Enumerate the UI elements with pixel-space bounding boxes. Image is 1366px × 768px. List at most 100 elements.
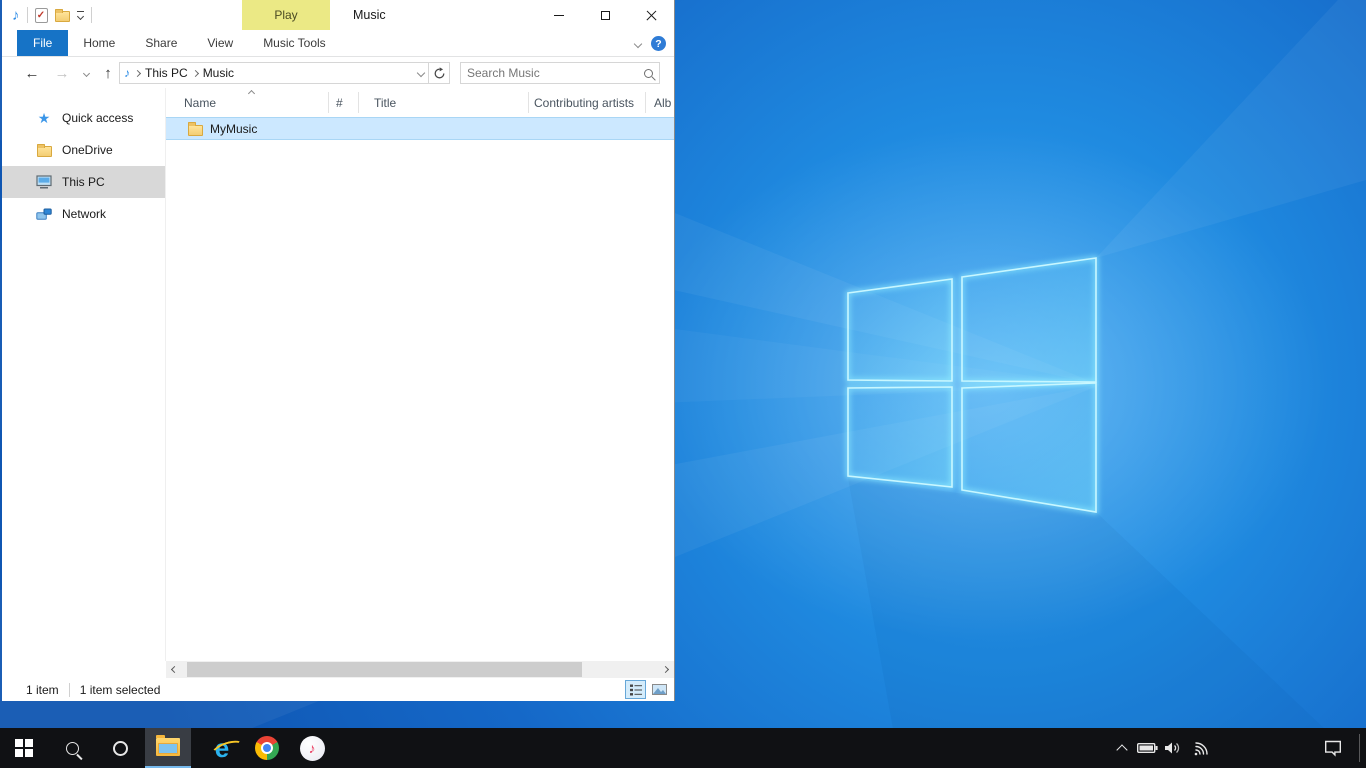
show-desktop-button[interactable] (1359, 734, 1360, 762)
onedrive-folder-icon (36, 143, 52, 157)
window-title: Music (353, 0, 386, 30)
taskbar-search-button[interactable] (48, 728, 96, 768)
recent-locations-icon[interactable] (78, 58, 94, 88)
horizontal-scrollbar[interactable] (166, 661, 674, 678)
breadcrumb-music[interactable]: Music (203, 66, 234, 80)
column-divider[interactable] (528, 92, 529, 113)
properties-icon[interactable]: ✓ (35, 8, 48, 23)
selection-count: 1 item selected (80, 683, 161, 697)
scroll-right-button[interactable] (657, 661, 674, 678)
address-dropdown-icon[interactable] (417, 69, 425, 77)
expand-ribbon-icon[interactable] (634, 39, 642, 47)
sidebar-item-onedrive[interactable]: OneDrive (2, 134, 165, 166)
title-bar[interactable]: ♪ ✓ Play Music (2, 0, 674, 30)
file-row-mymusic[interactable]: MyMusic (166, 117, 674, 140)
help-button[interactable]: ? (651, 36, 666, 51)
tab-home[interactable]: Home (68, 30, 130, 56)
file-list-area: Name # Title Contributing artists Alb My… (166, 88, 674, 661)
chrome-icon (255, 736, 279, 760)
show-hidden-icons-button[interactable] (1110, 728, 1134, 768)
sidebar-item-quick-access[interactable]: ★ Quick access (2, 102, 165, 134)
column-header-number[interactable]: # (336, 88, 343, 117)
maximize-button[interactable] (582, 0, 628, 30)
new-folder-icon[interactable] (55, 11, 70, 22)
speaker-icon (1164, 741, 1182, 755)
start-button[interactable] (0, 728, 48, 768)
volume-indicator[interactable] (1160, 728, 1186, 768)
search-input[interactable] (467, 66, 644, 80)
column-header-album[interactable]: Alb (654, 88, 671, 117)
file-name: MyMusic (210, 122, 257, 136)
sidebar-item-network[interactable]: Network (2, 198, 165, 230)
action-center-button[interactable] (1318, 728, 1348, 768)
close-button[interactable] (628, 0, 674, 30)
forward-button[interactable]: → (50, 58, 74, 88)
navigation-toolbar: ← → ↑ ♪ This PC Music (2, 58, 674, 88)
sidebar-item-label: This PC (62, 175, 105, 189)
wifi-icon (1193, 741, 1209, 756)
large-icons-view-button[interactable] (649, 680, 670, 699)
column-headers: Name # Title Contributing artists Alb (166, 88, 674, 117)
battery-indicator[interactable] (1134, 728, 1160, 768)
internet-explorer-icon: e (215, 735, 229, 761)
separator (91, 7, 92, 23)
column-header-title[interactable]: Title (374, 88, 396, 117)
tab-file[interactable]: File (17, 30, 68, 56)
scroll-left-button[interactable] (166, 661, 183, 678)
network-icon (36, 208, 52, 221)
quick-access-star-icon: ★ (36, 111, 52, 125)
battery-icon (1137, 742, 1158, 754)
taskbar: e ♪ (0, 728, 1366, 768)
column-divider[interactable] (358, 92, 359, 113)
back-button[interactable]: ← (20, 58, 44, 88)
maximize-icon (601, 11, 610, 20)
network-indicator[interactable] (1188, 728, 1214, 768)
contextual-tab-play[interactable]: Play (242, 0, 330, 30)
sort-ascending-icon (248, 90, 255, 97)
status-bar: 1 item 1 item selected (2, 678, 674, 701)
details-view-button[interactable] (625, 680, 646, 699)
column-divider[interactable] (645, 92, 646, 113)
search-icon (66, 742, 79, 755)
address-bar[interactable]: ♪ This PC Music (119, 62, 429, 84)
tab-view[interactable]: View (192, 30, 248, 56)
separator (27, 7, 28, 23)
monitor-icon (36, 175, 52, 189)
separator (69, 683, 70, 697)
breadcrumb-chevron-icon[interactable] (134, 70, 141, 77)
column-header-contributing-artists[interactable]: Contributing artists (534, 88, 634, 117)
address-music-note-icon: ♪ (124, 67, 130, 79)
taskbar-itunes-button[interactable]: ♪ (288, 728, 336, 768)
cortana-icon (113, 741, 128, 756)
minimize-button[interactable] (536, 0, 582, 30)
sidebar-item-label: Network (62, 207, 106, 221)
refresh-icon (433, 67, 446, 80)
taskbar-file-explorer-button[interactable] (145, 728, 191, 768)
breadcrumb-chevron-icon[interactable] (192, 70, 199, 77)
sidebar-item-label: OneDrive (62, 143, 113, 157)
tab-music-tools[interactable]: Music Tools (248, 30, 340, 56)
taskbar-chrome-button[interactable] (243, 728, 291, 768)
search-icon[interactable] (644, 69, 653, 78)
file-explorer-icon (156, 738, 180, 756)
column-header-name[interactable]: Name (184, 88, 216, 117)
search-box[interactable] (460, 62, 660, 84)
window-controls (536, 0, 674, 30)
scrollbar-thumb[interactable] (187, 662, 582, 677)
refresh-button[interactable] (429, 62, 450, 84)
customize-qat-dropdown-icon[interactable] (77, 11, 84, 19)
itunes-icon: ♪ (300, 736, 325, 761)
minimize-icon (554, 15, 564, 16)
quick-access-toolbar: ♪ ✓ (12, 0, 92, 30)
sidebar-item-label: Quick access (62, 111, 133, 125)
cortana-button[interactable] (96, 728, 144, 768)
action-center-icon (1323, 740, 1343, 757)
up-button[interactable]: ↑ (96, 58, 120, 88)
taskbar-internet-explorer-button[interactable]: e (198, 728, 246, 768)
breadcrumb-this-pc[interactable]: This PC (145, 66, 188, 80)
column-divider[interactable] (328, 92, 329, 113)
tab-share[interactable]: Share (130, 30, 192, 56)
sidebar-item-this-pc[interactable]: This PC (2, 166, 165, 198)
explorer-window: ♪ ✓ Play Music File Home Share View (2, 0, 675, 701)
item-count: 1 item (2, 683, 59, 697)
